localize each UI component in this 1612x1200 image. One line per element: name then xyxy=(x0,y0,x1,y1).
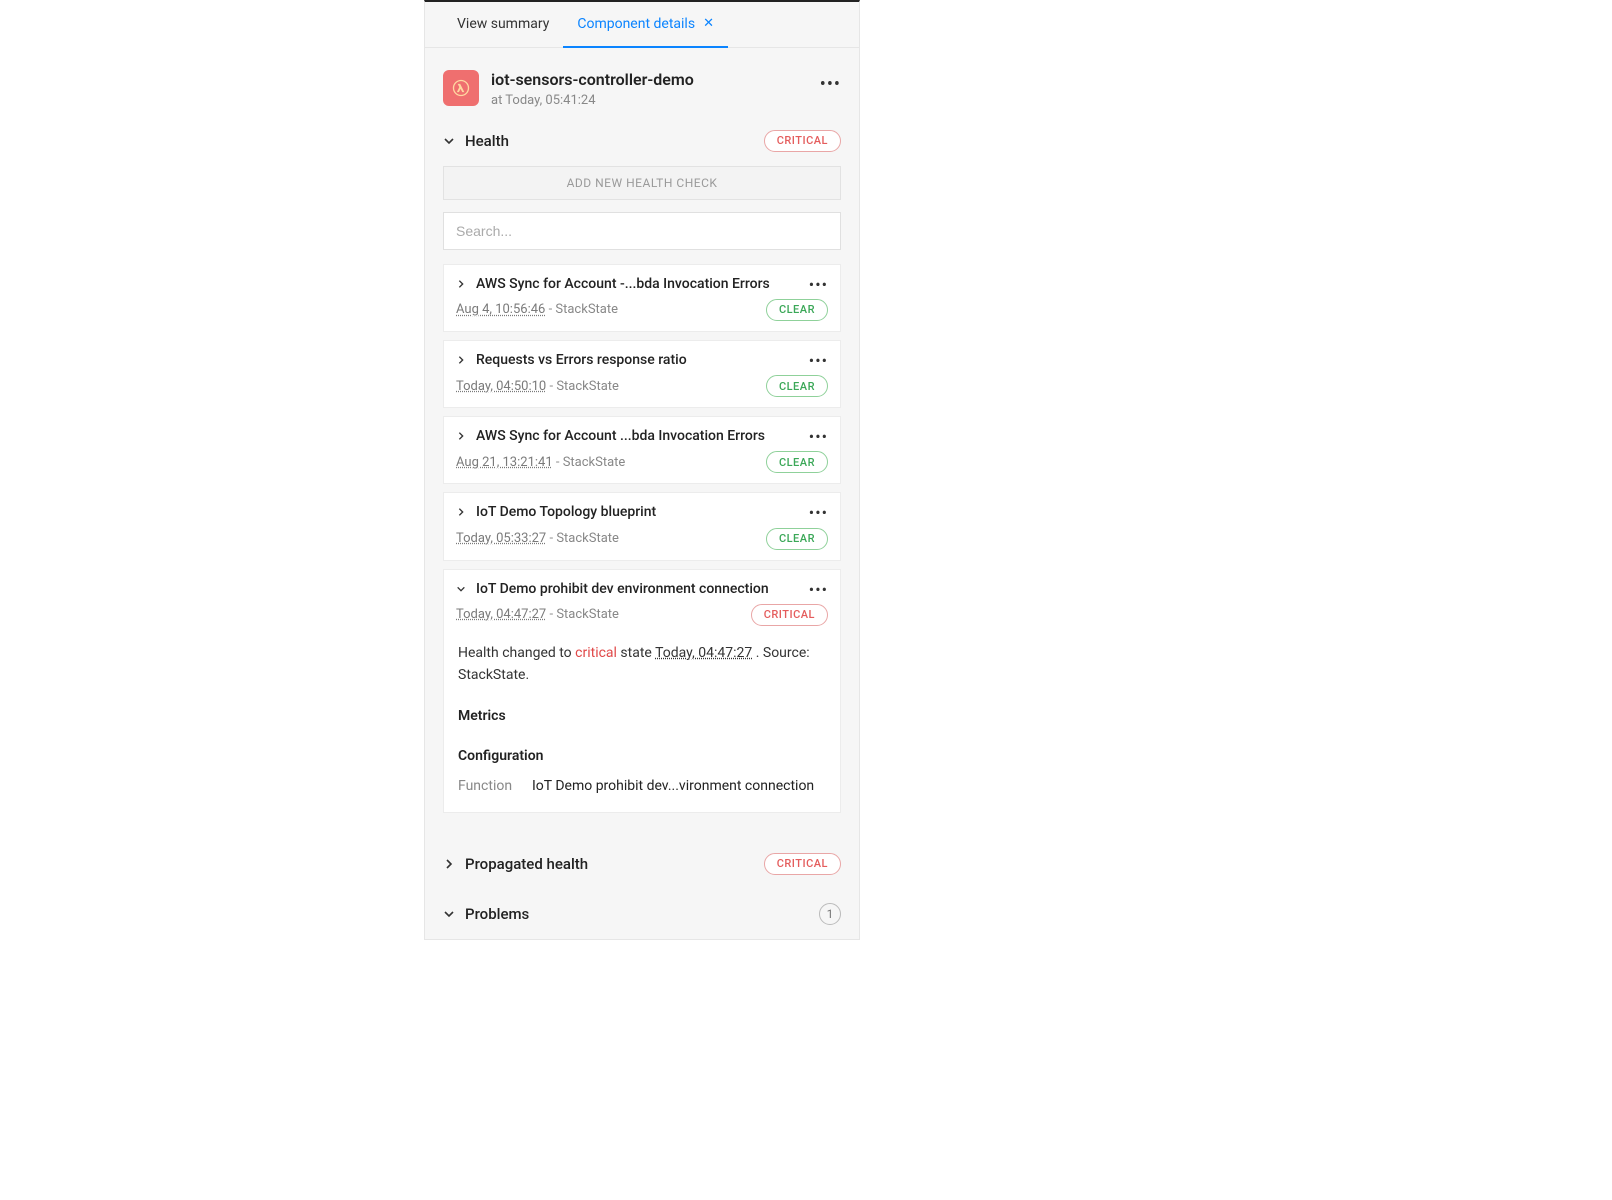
status-badge: CRITICAL xyxy=(764,853,841,875)
timestamp: Today, 04:47:27 xyxy=(456,607,546,622)
source: StackState xyxy=(458,667,525,683)
tab-bar: View summary Component details ✕ xyxy=(425,2,859,48)
add-health-check-button[interactable]: ADD NEW HEALTH CHECK xyxy=(443,166,841,200)
section-problems-header[interactable]: Problems 1 xyxy=(425,885,859,939)
timestamp: Today, 05:33:27 xyxy=(456,531,546,546)
tab-label: Component details xyxy=(577,16,695,32)
configuration-heading: Configuration xyxy=(458,745,826,767)
section-title: Propagated health xyxy=(465,855,588,873)
section-title: Health xyxy=(465,132,509,150)
more-icon[interactable]: ••• xyxy=(809,503,828,522)
section-health-header[interactable]: Health CRITICAL xyxy=(425,120,859,162)
timestamp: Aug 21, 13:21:41 xyxy=(456,455,553,470)
meta-text: Today, 04:47:27 - StackState xyxy=(456,607,619,622)
lambda-icon xyxy=(443,70,479,106)
status-badge: CLEAR xyxy=(766,299,828,321)
chevron-right-icon xyxy=(456,279,466,289)
source: StackState xyxy=(555,302,618,317)
source: StackState xyxy=(556,379,619,394)
check-title: AWS Sync for Account ...bda Invocation E… xyxy=(476,427,828,445)
metrics-heading: Metrics xyxy=(458,705,826,727)
card-header[interactable]: AWS Sync for Account -...bda Invocation … xyxy=(444,265,840,299)
source: StackState xyxy=(556,607,619,622)
card-meta: Today, 05:33:27 - StackState CLEAR xyxy=(444,528,840,560)
more-icon[interactable]: ••• xyxy=(809,275,828,294)
card-header[interactable]: IoT Demo Topology blueprint ••• xyxy=(444,493,840,527)
header-text: iot-sensors-controller-demo at Today, 05… xyxy=(491,70,694,108)
more-icon[interactable]: ••• xyxy=(809,351,828,370)
count-badge: 1 xyxy=(819,903,841,925)
search-container xyxy=(443,212,841,250)
chevron-right-icon xyxy=(456,507,466,517)
meta-text: Today, 04:50:10 - StackState xyxy=(456,379,619,394)
config-row: Function IoT Demo prohibit dev...vironme… xyxy=(458,775,826,797)
chevron-right-icon xyxy=(443,858,455,870)
tab-view-summary[interactable]: View summary xyxy=(443,2,563,48)
status-badge: CRITICAL xyxy=(751,604,828,626)
check-title: AWS Sync for Account -...bda Invocation … xyxy=(476,275,828,293)
card-header[interactable]: AWS Sync for Account ...bda Invocation E… xyxy=(444,417,840,451)
card-meta: Aug 4, 10:56:46 - StackState CLEAR xyxy=(444,299,840,331)
status-badge: CRITICAL xyxy=(764,130,841,152)
check-title: IoT Demo Topology blueprint xyxy=(476,503,828,521)
card-meta: Today, 04:50:10 - StackState CLEAR xyxy=(444,375,840,407)
chevron-right-icon xyxy=(456,355,466,365)
chevron-right-icon xyxy=(456,431,466,441)
critical-state: critical xyxy=(575,645,617,661)
health-check-card: AWS Sync for Account -...bda Invocation … xyxy=(443,264,841,332)
section-title: Problems xyxy=(465,905,529,923)
status-badge: CLEAR xyxy=(766,451,828,473)
status-badge: CLEAR xyxy=(766,528,828,550)
tab-component-details[interactable]: Component details ✕ xyxy=(563,2,728,48)
more-icon[interactable]: ••• xyxy=(809,427,828,446)
check-title: Requests vs Errors response ratio xyxy=(476,351,828,369)
chevron-down-icon xyxy=(443,908,455,920)
config-key: Function xyxy=(458,775,518,797)
section-propagated-header[interactable]: Propagated health CRITICAL xyxy=(425,831,859,885)
timestamp: Today, 04:47:27 xyxy=(655,645,752,661)
chevron-down-icon xyxy=(443,135,455,147)
health-check-card: Requests vs Errors response ratio ••• To… xyxy=(443,340,841,408)
check-title: IoT Demo prohibit dev environment connec… xyxy=(476,580,828,598)
health-change-message: Health changed to critical state Today, … xyxy=(458,642,826,687)
timestamp: Aug 4, 10:56:46 xyxy=(456,302,545,317)
meta-text: Aug 4, 10:56:46 - StackState xyxy=(456,302,618,317)
component-header: iot-sensors-controller-demo at Today, 05… xyxy=(425,48,859,120)
search-input[interactable] xyxy=(443,212,841,250)
health-check-card: AWS Sync for Account ...bda Invocation E… xyxy=(443,416,841,484)
tab-label: View summary xyxy=(457,16,549,32)
health-check-card: IoT Demo prohibit dev environment connec… xyxy=(443,569,841,637)
meta-separator: - xyxy=(556,455,563,470)
config-value: IoT Demo prohibit dev...vironment connec… xyxy=(532,775,814,797)
component-title: iot-sensors-controller-demo xyxy=(491,70,694,91)
card-header[interactable]: Requests vs Errors response ratio ••• xyxy=(444,341,840,375)
meta-text: Aug 21, 13:21:41 - StackState xyxy=(456,455,625,470)
more-icon[interactable]: ••• xyxy=(820,74,841,95)
component-details-panel: View summary Component details ✕ iot-sen… xyxy=(424,0,860,940)
meta-text: Today, 05:33:27 - StackState xyxy=(456,531,619,546)
close-icon[interactable]: ✕ xyxy=(703,16,714,31)
source: StackState xyxy=(563,455,626,470)
status-badge: CLEAR xyxy=(766,375,828,397)
card-header[interactable]: IoT Demo prohibit dev environment connec… xyxy=(444,570,840,604)
component-timestamp: at Today, 05:41:24 xyxy=(491,93,694,108)
timestamp: Today, 04:50:10 xyxy=(456,379,546,394)
health-check-detail: Health changed to critical state Today, … xyxy=(443,628,841,813)
card-meta: Aug 21, 13:21:41 - StackState CLEAR xyxy=(444,451,840,483)
more-icon[interactable]: ••• xyxy=(809,580,828,599)
chevron-down-icon xyxy=(456,584,466,594)
source: StackState xyxy=(556,531,619,546)
health-check-card: IoT Demo Topology blueprint ••• Today, 0… xyxy=(443,492,841,560)
button-label: ADD NEW HEALTH CHECK xyxy=(567,176,718,190)
